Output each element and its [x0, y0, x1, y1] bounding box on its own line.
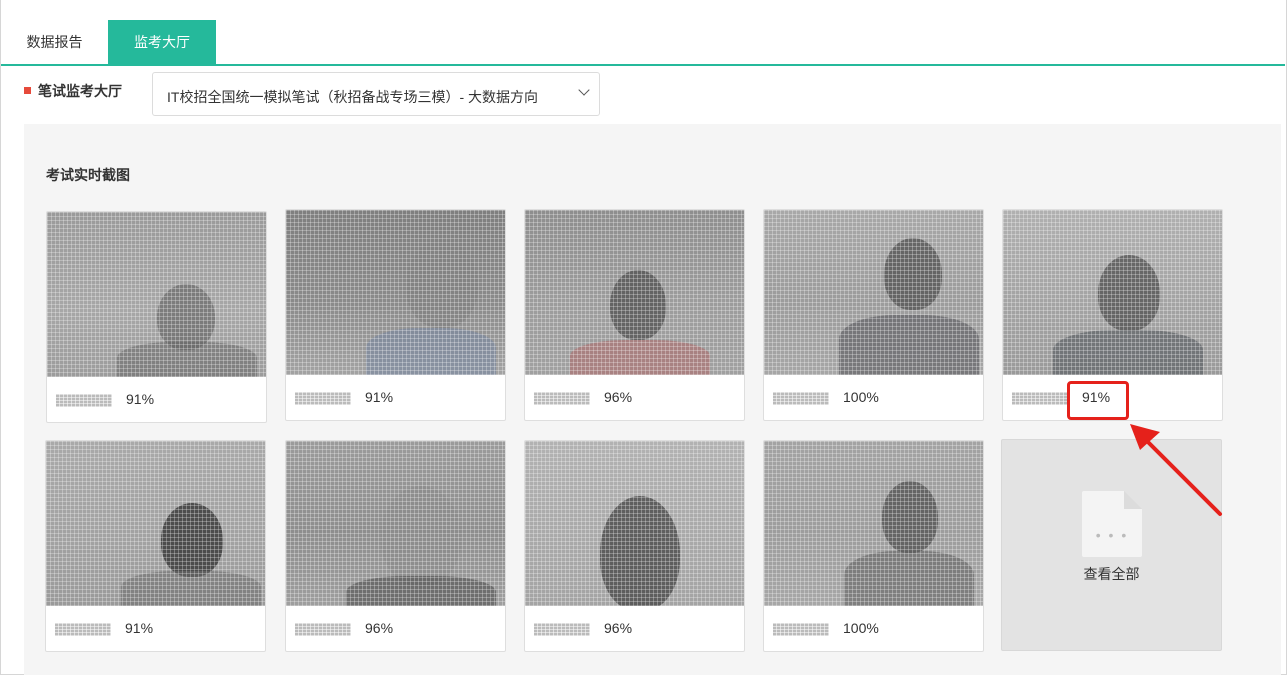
view-all-label: 查看全部: [1083, 566, 1140, 582]
snapshot-card[interactable]: 91%: [45, 440, 266, 652]
card-footer: 100%: [764, 375, 983, 420]
snapshot-card[interactable]: 96%: [285, 440, 506, 652]
webcam-snapshot: [764, 441, 983, 606]
blurred-name: [534, 623, 590, 636]
snapshot-card[interactable]: 100%: [763, 209, 984, 421]
card-footer: 96%: [286, 606, 505, 651]
snapshot-card[interactable]: 91%: [285, 209, 506, 421]
blurred-name: [56, 394, 112, 407]
card-footer: 96%: [525, 606, 744, 651]
blurred-name: [773, 392, 829, 405]
webcam-snapshot: [525, 441, 744, 606]
card-footer: 91%: [47, 377, 266, 422]
webcam-snapshot: [46, 441, 265, 606]
tab-bar: 数据报告 监考大厅: [1, 20, 1285, 66]
blurred-name: [773, 623, 829, 636]
blurred-name: [55, 623, 111, 636]
toolbar: 笔试监考大厅 IT校招全国统一模拟笔试（秋招备战专场三模）- 大数据方向: [1, 66, 1285, 122]
score-percent: 100%: [843, 620, 879, 636]
snapshot-card[interactable]: 91%: [46, 211, 267, 423]
card-footer: 100%: [764, 606, 983, 651]
title-marker: [24, 87, 31, 94]
score-percent: 96%: [365, 620, 394, 636]
snapshot-card[interactable]: 100%: [763, 440, 984, 652]
score-percent: 96%: [604, 620, 633, 636]
score-percent: 91%: [365, 389, 394, 405]
annotation-highlight-box: [1067, 381, 1129, 420]
page-title: 笔试监考大厅: [38, 83, 122, 99]
tab-data-report[interactable]: 数据报告: [1, 20, 108, 64]
card-footer: 91%: [46, 606, 265, 651]
webcam-snapshot: [286, 441, 505, 606]
score-percent: 91%: [126, 391, 155, 407]
blurred-name: [295, 623, 351, 636]
card-footer: 96%: [525, 375, 744, 420]
tab-proctor-hall[interactable]: 监考大厅: [108, 20, 216, 64]
blurred-name: [295, 392, 351, 405]
score-percent: 100%: [843, 389, 879, 405]
exam-select[interactable]: IT校招全国统一模拟笔试（秋招备战专场三模）- 大数据方向: [152, 72, 600, 116]
webcam-snapshot: [286, 210, 505, 375]
blurred-name: [534, 392, 590, 405]
annotation-arrow-icon: [1130, 424, 1222, 516]
webcam-snapshot: [47, 212, 266, 377]
card-footer: 91%: [286, 375, 505, 420]
panel-title: 考试实时截图: [46, 167, 130, 183]
blurred-name: [1012, 392, 1068, 405]
snapshot-card[interactable]: 96%: [524, 209, 745, 421]
score-percent: 96%: [604, 389, 633, 405]
webcam-snapshot: [525, 210, 744, 375]
webcam-snapshot: [764, 210, 983, 375]
score-percent: 91%: [125, 620, 154, 636]
webcam-snapshot: [1003, 210, 1222, 375]
snapshot-card[interactable]: 96%: [524, 440, 745, 652]
chevron-down-icon: [578, 84, 590, 96]
exam-select-value: IT校招全国统一模拟笔试（秋招备战专场三模）- 大数据方向: [167, 89, 538, 105]
